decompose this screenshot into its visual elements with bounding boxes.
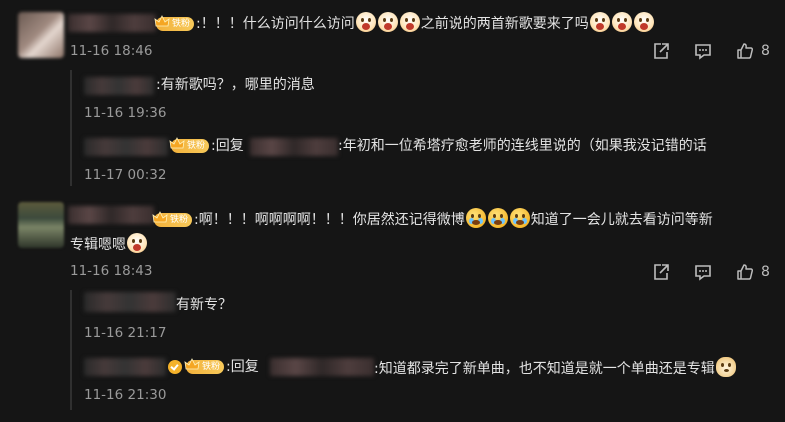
like-count: 8 [761,43,770,59]
share-icon[interactable] [651,262,671,282]
avatar[interactable] [18,202,64,248]
emoji-crying-icon [509,208,530,228]
fan-badge: 铁粉 [169,137,210,153]
comment-text: 铁粉 :！！！什么访问什么访问 之前说的两首新歌要来了吗 [154,12,655,34]
like-count: 8 [761,264,770,280]
emoji-shocked-icon [611,12,632,32]
comment-time: 11-16 18:46 [70,43,153,59]
reply-time: 11-16 21:30 [84,387,167,403]
emoji-shocked-icon [589,12,610,32]
verified-icon [168,360,182,374]
like-icon[interactable] [735,262,755,282]
reply-text: 铁粉 :回复 [168,357,259,377]
emoji-shocked-icon [399,12,420,32]
comment-icon[interactable] [693,41,713,61]
emoji-crying-icon [487,208,508,228]
fan-crown-icon [184,358,200,370]
reply-username-blurred[interactable] [84,358,166,376]
emoji-crying-icon [465,208,486,228]
like-icon[interactable] [735,41,755,61]
reply-thread-line [70,290,72,410]
reply-text: 有新专？ [176,297,232,313]
fan-crown-icon [169,137,185,149]
comment-actions: 8 [651,262,770,282]
username-blurred[interactable] [68,14,156,32]
emoji-doge-icon [715,357,736,377]
reply-time: 11-16 19:36 [84,105,167,121]
emoji-shocked-icon [377,12,398,32]
reply-time: 11-16 21:17 [84,325,167,341]
reply-username-blurred[interactable] [84,138,168,156]
fan-crown-icon [152,211,168,223]
comment-actions: 8 [651,41,770,61]
reply-thread-line [70,70,72,186]
share-icon[interactable] [651,41,671,61]
username-blurred[interactable] [68,206,154,224]
reply-text: :知道都录完了新单曲，也不知道是就一个单曲还是专辑 [374,357,737,379]
reply-target-username-blurred[interactable] [270,358,374,376]
comment-icon[interactable] [693,262,713,282]
reply-text: :年初和一位希塔疗愈老师的连线里说的（如果我没记错的话 [338,138,707,154]
reply-time: 11-17 00:32 [84,167,167,183]
avatar[interactable] [18,12,64,58]
reply-text: 铁粉 :回复 [169,136,244,156]
reply-text: :有新歌吗？，哪里的消息 [156,77,315,93]
emoji-shocked-icon [633,12,654,32]
emoji-shocked-icon [355,12,376,32]
reply-username-blurred[interactable] [84,77,154,95]
fan-crown-icon [154,15,170,27]
reply-target-username-blurred[interactable] [250,138,338,156]
fan-badge: 铁粉 [184,358,225,374]
comment-time: 11-16 18:43 [70,263,153,279]
reply-username-blurred[interactable] [84,292,176,312]
fan-badge: 铁粉 [152,211,193,227]
comment-text: 铁粉 :啊！！！啊啊啊啊！！！你居然还记得微博 知道了一会儿就去看访问等新 [152,208,713,230]
comment-text-continued: 专辑嗯嗯 [70,233,148,255]
emoji-screaming-icon [127,233,147,253]
fan-badge: 铁粉 [154,15,195,31]
